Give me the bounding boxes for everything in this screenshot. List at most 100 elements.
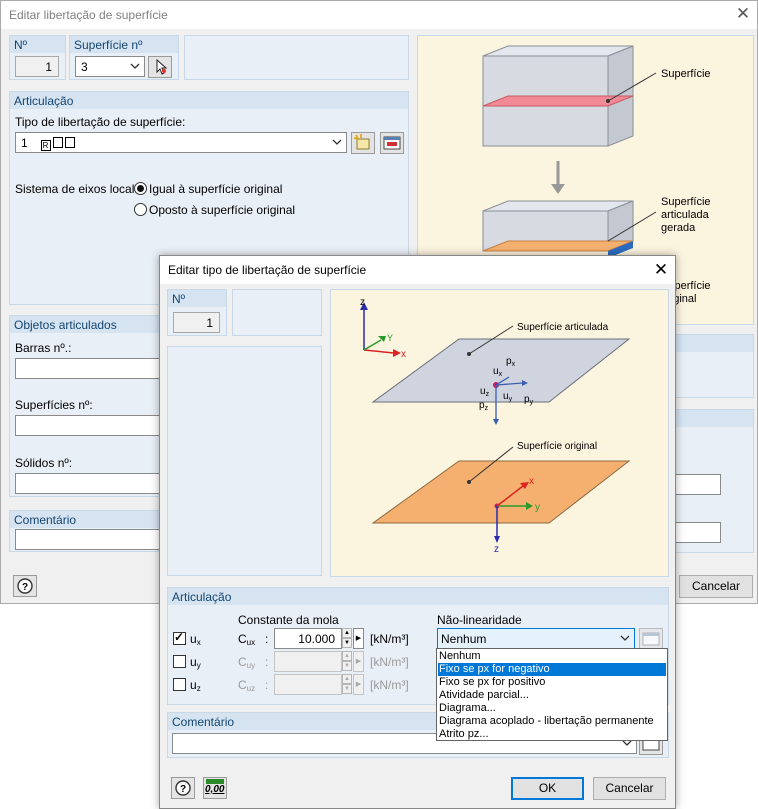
units-button[interactable]: 0,00: [203, 777, 227, 799]
main-no-value: 1: [45, 60, 52, 74]
surface-no-select[interactable]: 3: [75, 56, 145, 77]
pick-surface-button[interactable]: [148, 56, 172, 78]
fig-generated-label-2: articulada: [661, 209, 710, 221]
dropdown-option[interactable]: Fixo se px for positivo: [438, 676, 666, 689]
cuz-label: Cuz: [238, 678, 256, 693]
cuy-input[interactable]: [274, 651, 342, 672]
solids-input[interactable]: [15, 473, 175, 494]
main-comment-input[interactable]: [15, 529, 175, 550]
main-help-button[interactable]: ?: [13, 575, 37, 597]
child-help-button[interactable]: ?: [171, 777, 195, 799]
child-titlebar: Editar tipo de libertação de superfície …: [160, 256, 675, 284]
edit-release-type-button[interactable]: [380, 132, 404, 154]
child-no-label: Nº: [172, 292, 186, 306]
svg-text:?: ?: [22, 582, 28, 593]
articulated-objects-group: Objetos articulados Barras nº.: Superfíc…: [9, 315, 175, 497]
nonlinearity-select[interactable]: Nenhum: [437, 628, 635, 649]
surfaces-input[interactable]: [15, 415, 175, 436]
new-release-type-button[interactable]: [351, 132, 375, 154]
main-close-icon[interactable]: ✕: [729, 3, 757, 27]
fig-axis-y-label: Y: [387, 333, 393, 343]
cux-label: Cux: [238, 632, 256, 647]
main-right-input-1[interactable]: [673, 474, 721, 495]
cux-arrow-button[interactable]: ▶: [353, 628, 364, 649]
cuy-unit: [kN/m³]: [370, 655, 409, 669]
nonlinearity-header: Não-linearidade: [437, 613, 522, 627]
articulated-objects-title: Objetos articulados: [14, 318, 117, 332]
ux-checkbox[interactable]: [173, 630, 186, 645]
cuy-arrow-button[interactable]: ▶: [353, 651, 364, 672]
cuz-input[interactable]: [274, 674, 342, 695]
cuz-colon: :: [265, 678, 269, 692]
bars-input[interactable]: [15, 358, 175, 379]
ok-button[interactable]: OK: [511, 777, 584, 800]
uz-label: uz: [190, 678, 201, 693]
main-comment-title: Comentário: [14, 513, 77, 527]
uz-checkbox[interactable]: [173, 678, 186, 691]
child-cancel-button[interactable]: Cancelar: [593, 777, 666, 800]
child-no-group: Nº 1: [167, 289, 227, 336]
main-right-group-1: [673, 334, 754, 398]
uy-label: uy: [190, 655, 201, 670]
help-icon: ?: [17, 578, 33, 594]
main-right-input-2[interactable]: [673, 522, 721, 543]
help-icon: ?: [175, 780, 191, 796]
child-no-value: 1: [206, 316, 213, 330]
axes-opposite-label: Oposto à superfície original: [149, 203, 296, 217]
dropdown-option[interactable]: Atividade parcial...: [438, 689, 666, 702]
fig-surface-label: Superfície: [661, 68, 711, 80]
axes-opposite-radio[interactable]: [134, 203, 147, 216]
child-dialog-title: Editar tipo de libertação de superfície: [168, 263, 367, 277]
spring-constant-header: Constante da mola: [238, 613, 339, 627]
release-type-label: Tipo de libertação de superfície:: [15, 115, 186, 129]
main-comment-group: Comentário: [9, 510, 175, 552]
axes-same-radio[interactable]: [134, 182, 147, 195]
cux-colon: :: [265, 632, 269, 646]
surface-no-value: 3: [81, 60, 88, 74]
edit-dialog-icon: [642, 632, 660, 646]
fig-uy-sub: y: [509, 396, 513, 403]
nonlinearity-edit-button[interactable]: [639, 628, 663, 650]
cux-spinner[interactable]: ▲ ▼: [342, 628, 352, 649]
child-left-empty-group: [167, 346, 322, 576]
release-type-select[interactable]: 1 R: [15, 132, 347, 153]
fig-generated-label-1: Superfície: [661, 196, 711, 208]
surface-no-group: Superfície nº 3: [69, 35, 179, 80]
uy-checkbox[interactable]: [173, 655, 186, 668]
release-type-illustration: z x Y Superfície articulada px ux uz uy …: [360, 297, 631, 555]
dropdown-option-selected[interactable]: Fixo se px for negativo: [438, 663, 666, 676]
main-no-group: Nº 1: [9, 35, 66, 80]
fig-lower-x-label: x: [529, 476, 534, 487]
bars-label: Barras nº.:: [15, 341, 72, 355]
main-right-group-2: [673, 409, 754, 553]
cuz-spinner[interactable]: ▲ ▼: [342, 674, 352, 695]
main-top-empty-group: [184, 35, 409, 80]
main-cancel-button[interactable]: Cancelar: [679, 575, 753, 598]
dropdown-option[interactable]: Nenhum: [438, 650, 666, 663]
child-top-empty-group: [232, 289, 322, 336]
nonlinearity-dropdown-list: Nenhum Fixo se px for negativo Fixo se p…: [436, 648, 668, 741]
fig-articulated-label: Superfície articulada: [517, 322, 609, 333]
units-icon-text: 0,00: [205, 784, 225, 795]
fig-lower-y-label: y: [535, 502, 540, 513]
chevron-down-icon: [332, 139, 342, 145]
cux-value: 10.000: [298, 632, 335, 646]
edit-dialog-icon: [383, 136, 401, 150]
fig-pz-sub: z: [485, 405, 489, 412]
chevron-down-icon: [620, 635, 630, 641]
child-figure-panel: z x Y Superfície articulada px ux uz uy …: [330, 289, 669, 577]
solids-label: Sólidos nº:: [15, 456, 73, 470]
fig-axis-x-label: x: [401, 349, 406, 360]
nonlinearity-value: Nenhum: [441, 632, 487, 646]
svg-text:?: ?: [180, 784, 186, 795]
main-no-label: Nº: [14, 38, 28, 52]
dropdown-option[interactable]: Diagrama...: [438, 702, 666, 715]
dropdown-option[interactable]: Diagrama acoplado - libertação permanent…: [438, 715, 666, 728]
cux-input[interactable]: 10.000: [274, 628, 342, 649]
cuy-spinner[interactable]: ▲ ▼: [342, 651, 352, 672]
new-item-icon: [353, 134, 370, 150]
child-articulation-title: Articulação: [172, 590, 232, 604]
dropdown-option[interactable]: Atrito pz...: [438, 728, 666, 741]
child-close-icon[interactable]: ✕: [647, 259, 675, 283]
cuz-arrow-button[interactable]: ▶: [353, 674, 364, 695]
